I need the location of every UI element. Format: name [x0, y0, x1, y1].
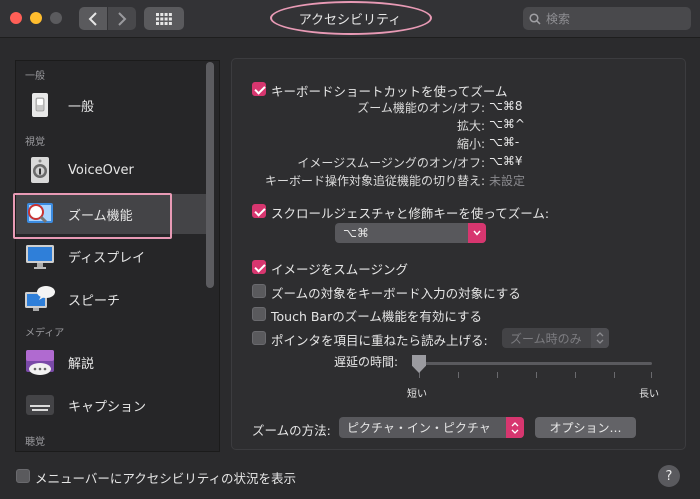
shortcut-labels: ズーム機能のオン/オフ: 拡大: 縮小: イメージスムージングのオン/オフ: キ… [240, 99, 485, 189]
sidebar-item-label: キャプション [68, 399, 147, 415]
search-field[interactable] [523, 7, 691, 30]
chevron-updown-icon [591, 328, 609, 348]
shortcut-value: ⌥⌘8 [489, 99, 523, 113]
captions-icon [24, 389, 56, 421]
voiceover-icon [24, 154, 56, 186]
slider-tick [497, 372, 498, 378]
display-monitor-icon [24, 240, 56, 272]
keyboard-shortcuts-label: キーボードショートカットを使ってズーム [271, 84, 508, 99]
sidebar-scrollbar[interactable] [206, 62, 214, 288]
slider-tick [575, 372, 576, 378]
speech-bubble-icon [24, 283, 56, 315]
keyboard-shortcuts-checkbox[interactable] [252, 82, 266, 96]
search-input[interactable] [546, 11, 686, 26]
shortcut-value: ⌥⌘^ [489, 117, 525, 131]
sidebar-item-captions[interactable]: キャプション [16, 385, 206, 425]
smooth-images-label: イメージをスムージング [271, 262, 409, 277]
shortcut-label: キーボード操作対象追従機能の切り替え: [264, 174, 485, 188]
sidebar-item-display[interactable]: ディスプレイ [16, 236, 206, 276]
options-button[interactable]: オプション… [535, 417, 636, 438]
zoom-style-label: ズームの方法: [252, 423, 331, 438]
modifier-key-value: ⌥⌘ [343, 226, 369, 240]
sidebar-section-vision: 視覚 [25, 137, 45, 148]
shortcut-value: 未設定 [489, 174, 526, 188]
sidebar-item-label: ディスプレイ [68, 250, 146, 266]
shortcut-value: ⌥⌘- [489, 135, 520, 149]
menubar-status-label: メニューバーにアクセシビリティの状況を表示 [35, 471, 297, 486]
shortcut-label: 縮小: [456, 137, 485, 151]
modifier-key-popup[interactable]: ⌥⌘ [335, 223, 486, 243]
chevron-down-icon [468, 223, 486, 243]
slider-tick [458, 372, 459, 378]
sidebar-section-general: 一般 [25, 71, 45, 82]
sidebar-item-voiceover[interactable]: VoiceOver [16, 150, 206, 190]
follow-keyboard-focus-checkbox[interactable] [252, 284, 266, 298]
sidebar-item-label: 解説 [68, 356, 95, 372]
follow-keyboard-focus-label: ズームの対象をキーボード入力の対象にする [271, 286, 521, 301]
general-switch-icon [24, 89, 56, 121]
sidebar-section-hearing: 聴覚 [25, 437, 45, 448]
search-icon [529, 12, 541, 25]
delay-max-label: 長い [639, 389, 659, 400]
descriptions-icon [24, 346, 56, 378]
delay-label: 遅延の時間: [334, 355, 399, 369]
speak-items-when-popup[interactable]: ズーム時のみ [502, 328, 609, 348]
delay-min-label: 短い [407, 389, 427, 400]
sidebar-item-label: スピーチ [68, 293, 121, 309]
slider-tick [419, 372, 420, 378]
touch-bar-zoom-label: Touch Barのズーム機能を有効にする [271, 309, 482, 324]
delay-slider-track[interactable] [414, 362, 652, 365]
speak-items-when-value: ズーム時のみ [510, 331, 582, 346]
smooth-images-checkbox[interactable] [252, 260, 266, 274]
slider-tick [614, 372, 615, 378]
touch-bar-zoom-checkbox[interactable] [252, 307, 266, 321]
shortcut-value: ⌥⌘¥ [489, 154, 523, 168]
sidebar-item-label: VoiceOver [68, 162, 134, 178]
zoom-highlight-annotation [13, 193, 172, 239]
speak-items-label: ポインタを項目に重ねたら読み上げる: [271, 333, 488, 348]
speak-items-checkbox[interactable] [252, 331, 266, 345]
slider-tick [651, 372, 652, 378]
scroll-gesture-label: スクロールジェスチャと修飾キーを使ってズーム: [271, 206, 550, 221]
sidebar-item-speech[interactable]: スピーチ [16, 279, 206, 319]
help-button[interactable]: ? [658, 465, 680, 487]
sidebar-section-media: メディア [25, 328, 65, 339]
sidebar: 一般 一般 視覚 VoiceOver ズーム機能 ディスプレイ スピーチ メディ… [15, 60, 220, 452]
menubar-status-checkbox[interactable] [16, 469, 30, 483]
shortcut-label: ズーム機能のオン/オフ: [357, 101, 485, 115]
sidebar-item-descriptions[interactable]: 解説 [16, 342, 206, 382]
chevron-updown-icon [506, 417, 524, 438]
slider-tick [536, 372, 537, 378]
zoom-style-popup[interactable]: ピクチャ・イン・ピクチャ [339, 417, 524, 438]
shortcut-label: 拡大: [456, 119, 485, 133]
zoom-style-value: ピクチャ・イン・ピクチャ [347, 421, 491, 435]
scroll-gesture-checkbox[interactable] [252, 204, 266, 218]
shortcut-label: イメージスムージングのオン/オフ: [297, 156, 485, 170]
window-titlebar: アクセシビリティ [0, 0, 700, 38]
title-highlight-annotation [270, 1, 432, 35]
sidebar-item-general[interactable]: 一般 [16, 85, 206, 125]
sidebar-item-label: 一般 [68, 99, 95, 115]
